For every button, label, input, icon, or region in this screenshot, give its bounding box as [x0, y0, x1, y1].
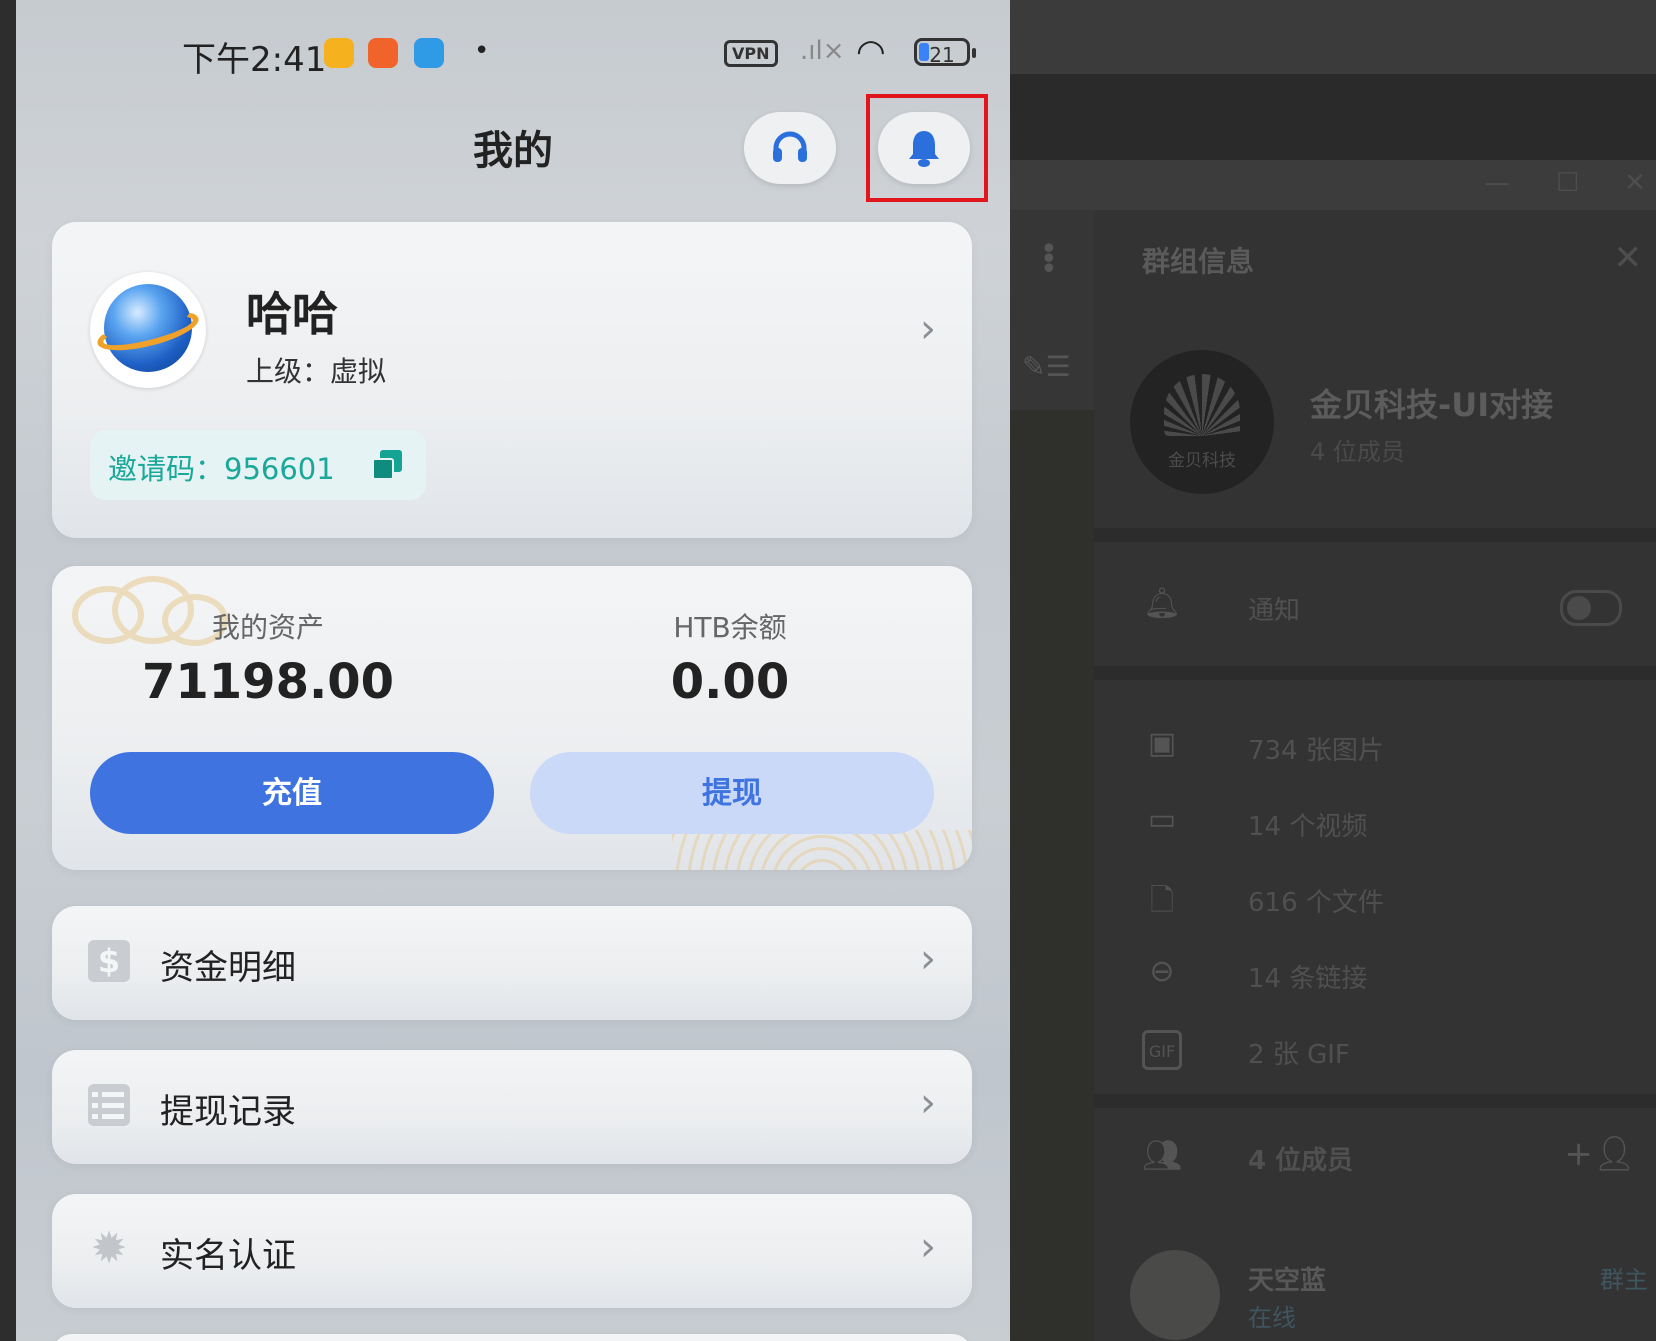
verified-badge-icon: ✹ [90, 1223, 128, 1274]
withdraw-button[interactable]: 提现 [530, 752, 934, 834]
wifi-icon: ◠ [856, 32, 886, 72]
pinned-messages-icon[interactable]: ✎☰ [1022, 350, 1071, 383]
minimize-icon[interactable]: — [1484, 168, 1510, 198]
media-label: 14 条链接 [1248, 964, 1368, 994]
media-label: 616 个文件 [1248, 888, 1384, 918]
blue-app-icon [414, 38, 444, 68]
member-status: 在线 [1248, 1304, 1296, 1332]
notify-row[interactable]: 🔔︎ 通知 [1142, 586, 1636, 628]
list-icon [88, 1084, 130, 1126]
desktop-background [1010, 0, 1656, 74]
battery-percent: 21 [929, 43, 955, 67]
htb-label: HTB余额 [673, 611, 787, 644]
menu-item-label: 实名认证 [160, 1236, 296, 1276]
headset-icon [773, 131, 807, 162]
yellow-app-icon [324, 38, 354, 68]
members-count: 4 位成员 [1248, 1146, 1354, 1176]
copy-icon[interactable] [372, 450, 402, 480]
maximize-icon[interactable]: ☐ [1556, 168, 1579, 198]
media-row-links[interactable]: ⊖ 14 条链接 [1142, 954, 1636, 996]
page-title: 我的 [473, 128, 553, 174]
divider [1094, 666, 1656, 680]
highlight-box [866, 94, 988, 202]
battery-level [919, 43, 929, 61]
chevron-right-icon: › [920, 306, 936, 352]
assets-card: 我的资产 71198.00 HTB余额 0.00 充值 提现 [52, 566, 972, 870]
media-row-files[interactable]: 🗋︎ 616 个文件 [1142, 880, 1636, 920]
menu-item-label: 资金明细 [160, 948, 296, 988]
avatar [1130, 1250, 1220, 1340]
battery-icon: 21 [914, 38, 976, 67]
media-row-gifs[interactable]: GIF 2 张 GIF [1142, 1030, 1636, 1072]
group-info-title: 群组信息 [1142, 245, 1255, 278]
group-name: 金贝科技-UI对接 [1310, 386, 1554, 424]
menu-item-withdraw-records[interactable]: 提现记录 › [52, 1050, 972, 1164]
menu-item-partial[interactable] [52, 1334, 972, 1341]
chat-column: • • • ✎☰ [1010, 210, 1094, 1341]
divider [1094, 528, 1656, 542]
status-time: 下午2:41 [182, 40, 327, 80]
menu-item-fund-details[interactable]: $ 资金明细 › [52, 906, 972, 1020]
gif-icon: GIF [1142, 1030, 1182, 1070]
file-icon: 🗋︎ [1149, 883, 1175, 918]
notify-label: 通知 [1248, 596, 1301, 626]
chevron-right-icon: › [920, 1080, 936, 1126]
more-options-icon[interactable]: • • • [1040, 235, 1058, 285]
close-icon[interactable]: ✕ [1614, 238, 1643, 278]
member-row[interactable]: 天空蓝 在线 群主 [1130, 1250, 1650, 1340]
my-assets-label: 我的资产 [211, 611, 324, 644]
group-member-count: 4 位成员 [1310, 438, 1405, 466]
avatar [90, 272, 206, 388]
chat-background [1010, 410, 1094, 1341]
htb-value: 0.00 [670, 654, 790, 710]
invite-code-box[interactable]: 邀请码：956601 [90, 430, 426, 500]
media-label: 2 张 GIF [1248, 1040, 1350, 1070]
shell-logo-icon [1164, 374, 1240, 436]
phone-screen: 下午2:41 • VPN .ıl× ◠ 21 我的 哈哈 上级：虚拟 › 邀请码… [16, 0, 1010, 1341]
profile-name: 哈哈 [246, 287, 338, 341]
status-bar: 下午2:41 • VPN .ıl× ◠ 21 [16, 0, 1010, 100]
media-row-videos[interactable]: ▭ 14 个视频 [1142, 802, 1636, 844]
cellular-signal-icon: .ıl× [800, 36, 845, 66]
group-info-panel: 群组信息 ✕ 金贝科技 金贝科技-UI对接 4 位成员 🔔︎ 通知 ▣ 734 … [1094, 210, 1656, 1341]
people-icon: 👥︎ [1142, 1136, 1183, 1174]
notify-toggle[interactable] [1560, 590, 1622, 626]
image-icon: ▣ [1147, 726, 1177, 761]
vpn-icon: VPN [724, 40, 778, 67]
desktop-edge [0, 0, 16, 1341]
wave-decoration [672, 830, 972, 870]
media-label: 14 个视频 [1248, 812, 1368, 842]
member-name: 天空蓝 [1248, 1266, 1327, 1296]
orange-video-icon [368, 38, 398, 68]
group-avatar: 金贝科技 [1130, 350, 1274, 494]
media-label: 734 张图片 [1248, 736, 1384, 766]
video-icon: ▭ [1147, 802, 1177, 837]
invite-code: 邀请码：956601 [108, 452, 335, 486]
group-avatar-text: 金贝科技 [1168, 451, 1236, 471]
chat-app-toolbar [1010, 74, 1656, 160]
my-assets-value: 71198.00 [141, 654, 395, 710]
member-role: 群主 [1600, 1266, 1648, 1294]
profile-card[interactable]: 哈哈 上级：虚拟 › 邀请码：956601 [52, 222, 972, 538]
recharge-button[interactable]: 充值 [90, 752, 494, 834]
close-window-icon[interactable]: ✕ [1624, 168, 1646, 198]
chevron-right-icon: › [920, 1224, 936, 1270]
menu-item-label: 提现记录 [160, 1092, 296, 1132]
chevron-right-icon: › [920, 936, 936, 982]
more-notifications-icon: • [474, 36, 490, 66]
dollar-icon: $ [88, 940, 130, 982]
media-row-images[interactable]: ▣ 734 张图片 [1142, 726, 1636, 768]
link-icon: ⊖ [1149, 954, 1175, 989]
bell-icon: 🔔︎ [1142, 586, 1182, 621]
profile-superior: 上级：虚拟 [246, 355, 387, 388]
menu-item-real-name-auth[interactable]: ✹ 实名认证 › [52, 1194, 972, 1308]
divider [1094, 1094, 1656, 1108]
add-member-icon[interactable]: +👤︎ [1564, 1134, 1636, 1174]
customer-service-button[interactable] [744, 112, 836, 184]
